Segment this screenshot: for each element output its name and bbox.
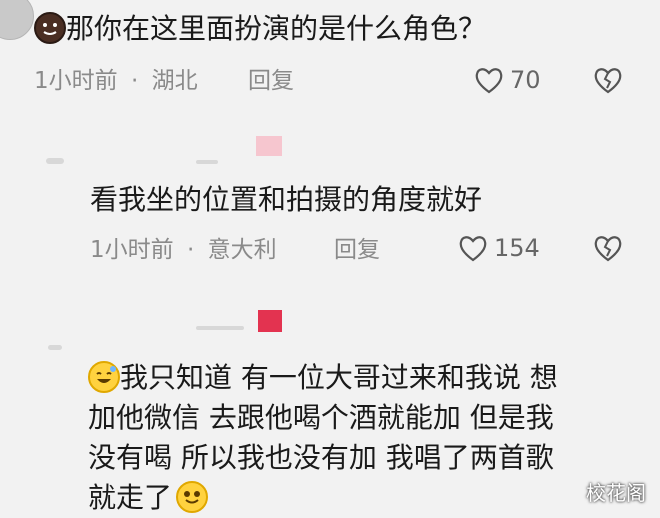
broken-heart-icon (594, 68, 622, 94)
reply-name-blur (196, 160, 218, 164)
comment-2-like-button[interactable]: 154 (458, 234, 540, 262)
comment-3-line-3: 没有喝 所以我也没有加 我唱了两首歌 (88, 441, 554, 474)
reply-avatar-blur (48, 345, 62, 350)
watermark: 校花阁 (586, 481, 646, 505)
comment-2-location: 意大利 (207, 237, 277, 263)
comment-3-text-line-1: 我只知道 有一位大哥过来和我说 想 (120, 361, 558, 394)
redaction-marker (256, 136, 282, 156)
reply-avatar-blur (46, 158, 64, 164)
sweat-smile-emoji-icon (88, 361, 120, 393)
redaction-marker (258, 310, 282, 332)
comment-3-line-1: 我只知道 有一位大哥过来和我说 想 (88, 358, 558, 398)
comment-1-meta: 1小时前 · 湖北 (34, 67, 198, 95)
avatar[interactable] (0, 0, 34, 40)
reply-name-blur (196, 326, 244, 330)
comment-1-location: 湖北 (151, 68, 198, 94)
comment-1-dislike-button[interactable] (593, 66, 623, 98)
comment-1-like-button[interactable]: 70 (474, 66, 541, 94)
comment-1: 那你在这里面扮演的是什么角色？ (34, 12, 486, 45)
comment-1-time: 1小时前 (34, 68, 118, 94)
comment-2-time: 1小时前 (90, 237, 174, 263)
meta-separator: · (186, 237, 195, 263)
comment-1-reply-button[interactable]: 回复 (248, 67, 294, 95)
comment-2-dislike-button[interactable] (593, 234, 623, 266)
heart-icon (459, 236, 487, 262)
comment-1-text: 那你在这里面扮演的是什么角色？ (66, 12, 487, 45)
grin-emoji-icon (176, 481, 209, 513)
pie-emoji-icon (34, 12, 66, 44)
comment-3-line-4: 就走了 (88, 478, 209, 518)
comment-3-line-2: 加他微信 去跟他喝个酒就能加 但是我 (88, 401, 554, 434)
comment-1-like-count: 70 (510, 66, 541, 94)
comment-2-meta: 1小时前 · 意大利 (90, 236, 277, 264)
comment-2-like-count: 154 (494, 234, 540, 262)
broken-heart-icon (594, 236, 622, 262)
comment-3-text-line-4: 就走了 (88, 481, 173, 514)
meta-separator: · (130, 68, 139, 94)
heart-icon (475, 68, 503, 94)
comment-2-text: 看我坐的位置和拍摄的角度就好 (90, 183, 483, 216)
comment-2-reply-button[interactable]: 回复 (334, 236, 380, 264)
